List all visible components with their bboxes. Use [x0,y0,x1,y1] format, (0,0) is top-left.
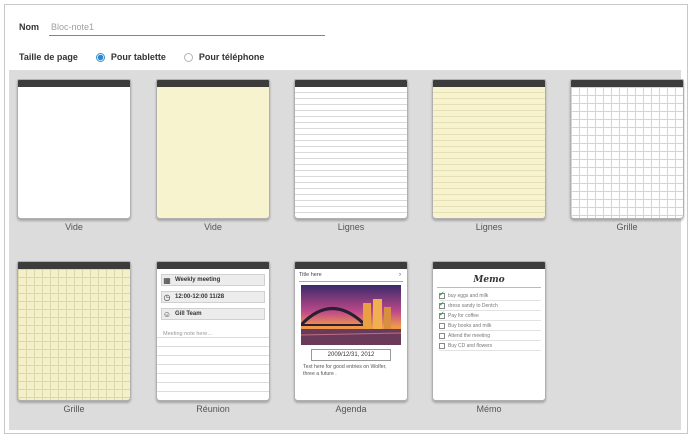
template-caption: Agenda [335,404,367,414]
template-lined-yellow[interactable]: Lignes [432,79,546,232]
page-body [18,87,130,218]
template-caption: Mémo [476,404,502,414]
calendar-icon: ▦ [163,275,171,285]
page-top-bar [157,80,269,87]
page-top-bar [18,80,130,87]
template-thumbnail[interactable]: Title here › 2009/12/31, 2012 Text here … [294,261,408,401]
page-body [433,87,545,218]
template-caption: Vide [65,222,83,232]
template-thumbnail[interactable] [570,79,684,219]
meeting-note-lines [157,329,269,400]
memo-item: Attend the meeting [439,331,541,341]
page-body: Memo buy eggs and milk dress sandy to De… [433,269,545,400]
name-input[interactable] [49,18,325,36]
radio-tablet-dot[interactable] [95,52,105,62]
page-body [295,87,407,218]
page-top-bar [433,262,545,269]
agenda-header-text: Title here [299,272,322,278]
template-thumbnail[interactable] [17,79,131,219]
template-caption: Lignes [337,222,365,232]
clock-icon: ◷ [163,292,171,302]
checkbox-checked-icon [439,290,445,299]
template-blank-white[interactable]: Vide [17,79,131,232]
name-row: Nom [19,17,325,37]
page-top-bar [295,80,407,87]
page-body: Title here › 2009/12/31, 2012 Text here … [295,269,407,400]
agenda-header: Title here › [299,272,403,282]
template-thumbnail[interactable] [294,79,408,219]
template-caption: Réunion [196,404,230,414]
meeting-title: Weekly meeting [175,277,221,283]
meeting-title-row: ▦ Weekly meeting [161,274,265,286]
page-body [18,269,130,400]
template-lined-white[interactable]: Lignes [294,79,408,232]
template-gallery: Vide Vide Lignes Lignes Grille Grille ▦ … [9,70,684,430]
meeting-team: Gill Team [175,311,202,317]
template-blank-yellow[interactable]: Vide [156,79,270,232]
template-thumbnail[interactable]: Memo buy eggs and milk dress sandy to De… [432,261,546,401]
meeting-notes: Meeting note here... [163,331,212,337]
memo-item-text: Attend the meeting [448,332,490,339]
checkbox-checked-icon [439,300,445,309]
memo-item: dress sandy to Dentch [439,300,541,311]
memo-item: buy eggs and milk [439,290,541,301]
memo-item: Pay for coffee [439,310,541,321]
radio-phone-dot[interactable] [183,52,193,62]
radio-tablet-label: Pour tablette [110,52,166,62]
memo-list: buy eggs and milk dress sandy to Dentch … [439,290,541,351]
page-body: ▦ Weekly meeting ◷ 12:00-12:00 11/28 ☺ G… [157,269,269,400]
template-caption: Vide [204,222,222,232]
chevron-right-icon: › [399,272,401,278]
checkbox-icon [439,322,445,329]
harbour-photo [301,285,401,345]
checkbox-icon [439,332,445,339]
page-size-row: Taille de page Pour tablette Pour téléph… [19,49,264,65]
template-memo[interactable]: Memo buy eggs and milk dress sandy to De… [432,261,546,414]
page-top-bar [18,262,130,269]
template-thumbnail[interactable] [156,79,270,219]
page-top-bar [157,262,269,269]
template-caption: Lignes [475,222,503,232]
memo-item-text: Pay for coffee [448,312,479,319]
memo-item-text: Buy CD and flowers [448,342,493,349]
memo-item: Buy CD and flowers [439,341,541,351]
people-icon: ☺ [162,309,172,319]
memo-item-text: buy eggs and milk [448,292,489,299]
template-thumbnail[interactable] [17,261,131,401]
template-grid-yellow[interactable]: Grille [17,261,131,414]
page-size-label: Taille de page [19,52,78,62]
name-label: Nom [19,22,39,32]
meeting-time: 12:00-12:00 11/28 [175,294,225,300]
agenda-text: Text here for good entries on Wolfer, th… [303,364,387,377]
memo-title: Memo [437,273,541,288]
template-agenda[interactable]: Title here › 2009/12/31, 2012 Text here … [294,261,408,414]
checkbox-icon [439,342,445,349]
memo-item-text: Buy books and milk [448,322,492,329]
template-caption: Grille [616,222,638,232]
template-thumbnail[interactable] [432,79,546,219]
memo-item: Buy books and milk [439,321,541,331]
meeting-time-row: ◷ 12:00-12:00 11/28 [161,291,265,303]
agenda-date: 2009/12/31, 2012 [311,349,391,361]
template-grid-white[interactable]: Grille [570,79,684,232]
radio-phone-label: Pour téléphone [198,52,265,62]
memo-item-text: dress sandy to Dentch [448,302,498,309]
agenda-photo [301,285,401,345]
page-top-bar [571,80,683,87]
page-body [157,87,269,218]
meeting-team-row: ☺ Gill Team [161,308,265,320]
template-meeting[interactable]: ▦ Weekly meeting ◷ 12:00-12:00 11/28 ☺ G… [156,261,270,414]
page-top-bar [295,262,407,269]
radio-phone[interactable]: Pour téléphone [183,52,265,62]
radio-tablet[interactable]: Pour tablette [95,52,166,62]
checkbox-checked-icon [439,310,445,319]
template-thumbnail[interactable]: ▦ Weekly meeting ◷ 12:00-12:00 11/28 ☺ G… [156,261,270,401]
template-caption: Grille [63,404,85,414]
page-top-bar [433,80,545,87]
page-body [571,87,683,218]
